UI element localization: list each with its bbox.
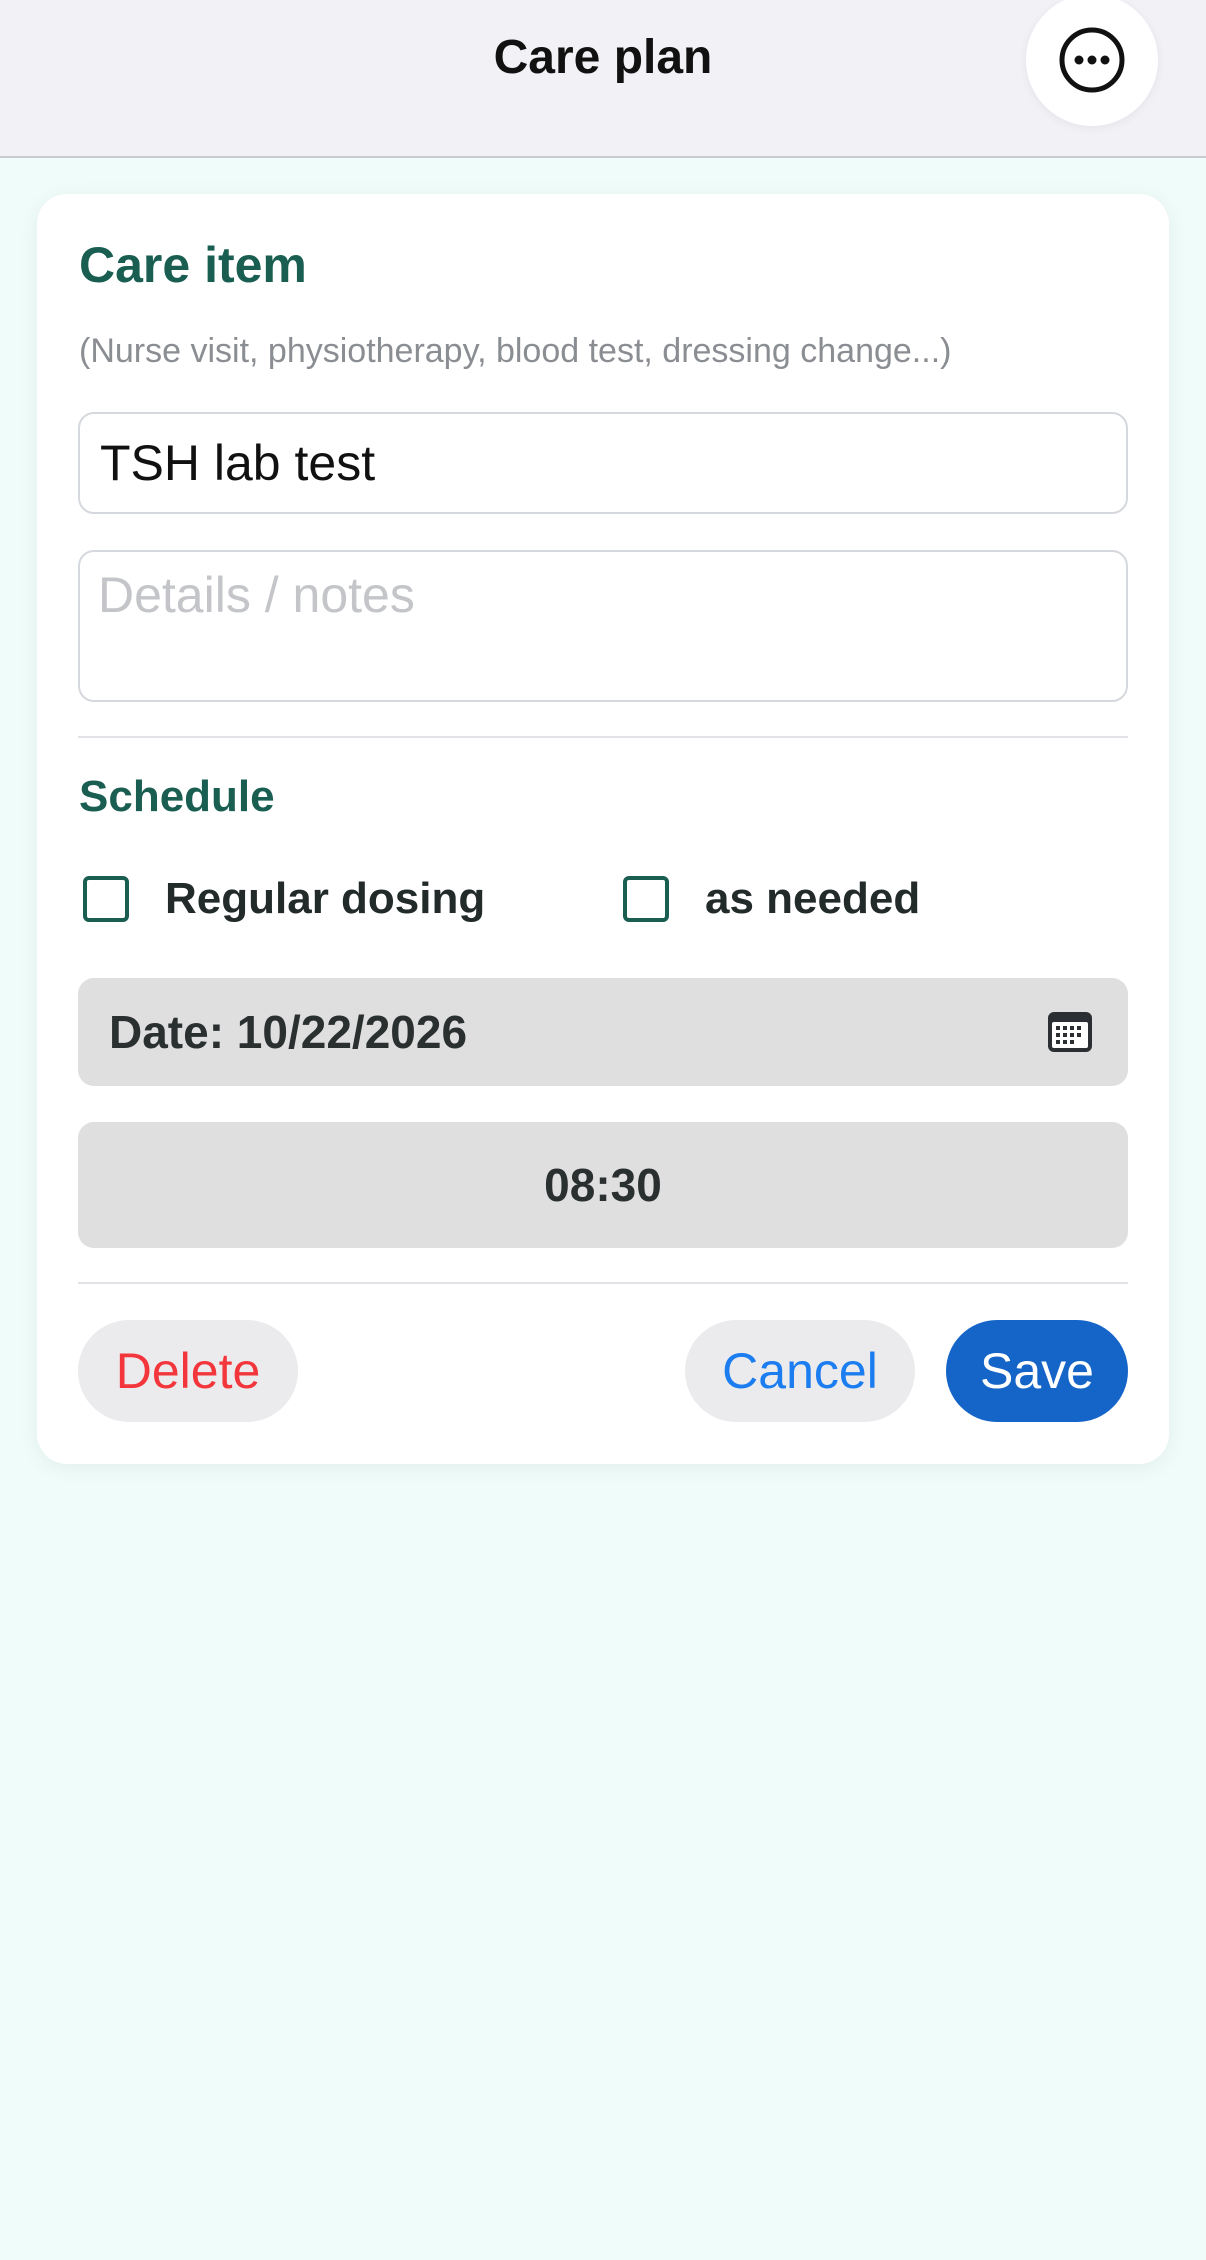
regular-dosing-option[interactable]: Regular dosing	[83, 874, 485, 924]
care-item-card: Care item (Nurse visit, physiotherapy, b…	[37, 194, 1169, 1464]
save-button[interactable]: Save	[946, 1320, 1128, 1422]
date-value: Date: 10/22/2026	[109, 1006, 468, 1058]
as-needed-checkbox[interactable]	[623, 876, 669, 922]
divider	[78, 736, 1128, 738]
care-item-hint: (Nurse visit, physiotherapy, blood test,…	[79, 332, 952, 370]
calendar-icon[interactable]	[1046, 1010, 1094, 1054]
more-options-button[interactable]	[1026, 0, 1158, 126]
as-needed-option[interactable]: as needed	[623, 874, 920, 924]
details-notes-input[interactable]	[78, 550, 1128, 702]
as-needed-label: as needed	[705, 874, 921, 923]
more-horizontal-circle-icon	[1059, 27, 1125, 93]
care-item-name-input[interactable]	[78, 412, 1128, 514]
time-picker-field[interactable]: 08:30	[78, 1122, 1128, 1248]
divider	[78, 1282, 1128, 1284]
time-value: 08:30	[544, 1159, 662, 1211]
cancel-button[interactable]: Cancel	[685, 1320, 915, 1422]
regular-dosing-checkbox[interactable]	[83, 876, 129, 922]
date-picker-field[interactable]: Date: 10/22/2026	[78, 978, 1128, 1086]
top-bar: Care plan	[0, 0, 1206, 158]
delete-button[interactable]: Delete	[78, 1320, 298, 1422]
schedule-title: Schedule	[79, 772, 275, 821]
care-item-title: Care item	[79, 237, 307, 293]
regular-dosing-label: Regular dosing	[165, 874, 486, 923]
